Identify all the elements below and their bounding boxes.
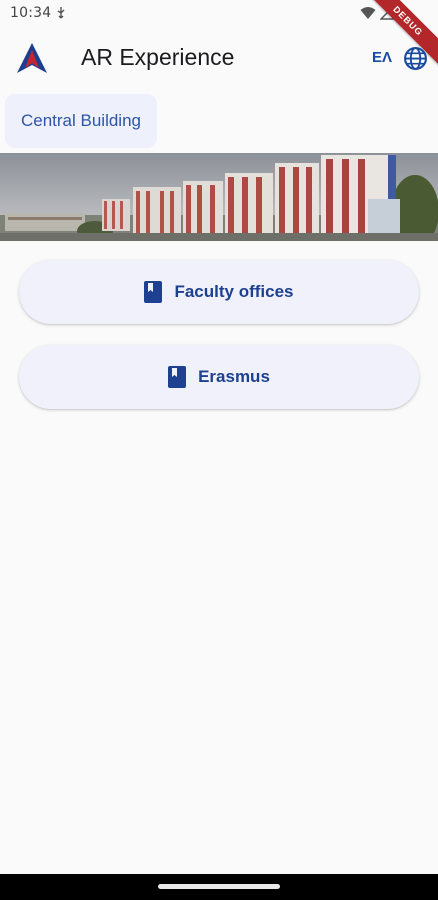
- usb-icon: [57, 7, 65, 19]
- faculty-offices-label: Faculty offices: [174, 282, 294, 301]
- language-toggle-button[interactable]: EΛ: [372, 49, 392, 66]
- faculty-offices-button[interactable]: Faculty offices: [19, 260, 419, 324]
- app-logo-icon: [17, 43, 47, 73]
- wifi-icon: [360, 7, 376, 19]
- system-nav-bar: [0, 874, 438, 900]
- status-bar: 10:34 DEBUG: [0, 0, 438, 70]
- building-chip-label: Central Building: [20, 111, 141, 130]
- building-photo: [0, 153, 438, 241]
- globe-icon[interactable]: [403, 46, 428, 71]
- home-indicator[interactable]: [158, 884, 280, 889]
- erasmus-button[interactable]: Erasmus: [19, 345, 419, 409]
- book-icon: [144, 281, 163, 303]
- status-time: 10:34: [10, 5, 52, 21]
- erasmus-label: Erasmus: [198, 367, 270, 386]
- app-title: AR Experience: [81, 44, 235, 70]
- app-bar: AR Experience EΛ: [0, 30, 438, 88]
- book-icon: [168, 366, 187, 388]
- building-chip[interactable]: Central Building: [5, 94, 157, 148]
